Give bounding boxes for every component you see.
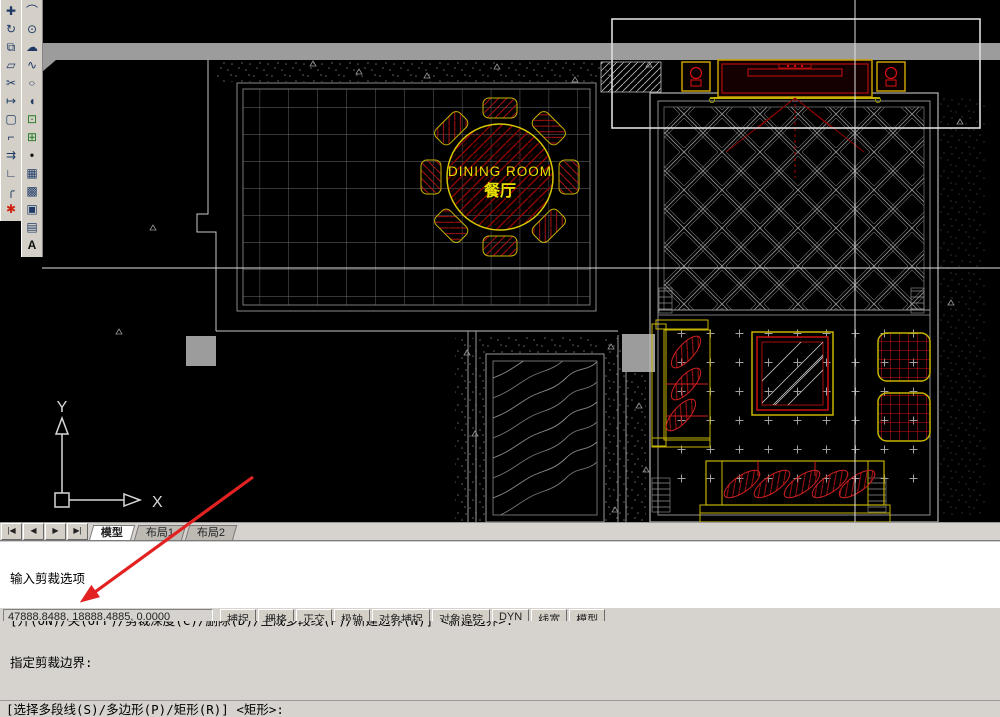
statusbar-toggle-osnap[interactable]: 对象捕捉 — [372, 609, 430, 621]
statusbar-toggle-ortho[interactable]: 正交 — [296, 609, 332, 621]
ucs-x-label: X — [152, 494, 163, 511]
statusbar-toggle-model[interactable]: 模型 — [569, 609, 606, 621]
revision-cloud-icon[interactable]: ☁ — [23, 38, 41, 56]
scale-icon[interactable]: ⧉ — [2, 38, 20, 56]
coordinate-readout: 47888.8488, 18888.4885, 0.0000 — [3, 609, 213, 621]
tab-layout1[interactable]: 布局1 — [133, 525, 187, 541]
tab-nav-prev-button[interactable]: ◀ — [23, 523, 44, 540]
speaker-left — [681, 61, 711, 92]
explode-icon[interactable]: ✱ — [2, 200, 20, 218]
arc-icon[interactable]: ⌒ — [23, 2, 41, 20]
stool-bottom — [877, 392, 931, 442]
gradient-icon[interactable]: ▩ — [23, 182, 41, 200]
make-block-icon[interactable]: ⊞ — [23, 128, 41, 146]
tab-nav-last-button[interactable]: ▶| — [67, 523, 88, 540]
speaker-right — [876, 61, 906, 92]
hatch-icon[interactable]: ▦ — [23, 164, 41, 182]
move-icon[interactable]: ✚ — [2, 2, 20, 20]
command-history-line: 输入剪裁选项 — [10, 571, 86, 586]
statusbar-toggle-dyn[interactable]: DYN — [492, 609, 530, 621]
join-icon[interactable]: ⇉ — [2, 146, 20, 164]
point-icon[interactable]: • — [23, 146, 41, 164]
dining-room-label-en: DINING ROOM — [448, 164, 552, 179]
fillet-icon[interactable]: ╭ — [2, 182, 20, 200]
ucs-icon: Y X — [54, 399, 163, 511]
tab-layout2[interactable]: 布局2 — [184, 525, 238, 541]
draw-toolbar: ⌒ ⊙ ☁ ∿ ○ ◖ ⊡ ⊞ • ▦ ▩ ▣ ▤ A — [21, 0, 43, 257]
living-room — [649, 92, 939, 523]
status-bar: 47888.8488, 18888.4885, 0.0000 捕捉 栅格 正交 … — [0, 607, 1000, 621]
statusbar-toggle-polar[interactable]: 极轴 — [334, 609, 370, 621]
layout-tab-strip: |◀ ◀ ▶ ▶| 模型 布局1 布局2 — [0, 522, 1000, 541]
rotate-icon[interactable]: ↻ — [2, 20, 20, 38]
command-window: 输入剪裁选项 [开(ON)/关(OFF)/剪裁深度(C)/删除(D)/生成多段线… — [0, 540, 1000, 717]
ucs-y-label: Y — [57, 399, 68, 416]
command-history-line: 指定剪裁边界: — [10, 655, 93, 670]
stool-top — [877, 332, 931, 382]
ellipse-arc-icon[interactable]: ◖ — [23, 92, 41, 110]
break-icon[interactable]: ⌐ — [2, 128, 20, 146]
chamfer-icon[interactable]: ∟ — [2, 164, 20, 182]
spline-icon[interactable]: ∿ — [23, 56, 41, 74]
table-icon[interactable]: ▤ — [23, 218, 41, 236]
drawing-canvas[interactable]: DINING ROOM 餐厅 Y X — [0, 0, 1000, 523]
break-at-point-icon[interactable]: ▢ — [2, 110, 20, 128]
mtext-icon[interactable]: A — [23, 236, 41, 254]
extend-icon[interactable]: ↦ — [2, 92, 20, 110]
dining-room-label-cn: 餐厅 — [483, 181, 516, 200]
statusbar-toggle-grid[interactable]: 栅格 — [258, 609, 294, 621]
trim-icon[interactable]: ✂ — [2, 74, 20, 92]
statusbar-toggle-snap[interactable]: 捕捉 — [220, 609, 256, 621]
statusbar-toggle-lineweight[interactable]: 线宽 — [531, 609, 568, 621]
command-prompt-line[interactable]: [选择多段线(S)/多边形(P)/矩形(R)] <矩形>: — [0, 701, 1000, 717]
stretch-icon[interactable]: ▱ — [2, 56, 20, 74]
tab-model[interactable]: 模型 — [88, 525, 136, 541]
modify-toolbar: ✚ ↻ ⧉ ▱ ✂ ↦ ▢ ⌐ ⇉ ∟ ╭ ✱ — [0, 0, 22, 221]
circle-icon[interactable]: ⊙ — [23, 20, 41, 38]
gray-block-left — [186, 336, 216, 366]
tab-nav-next-button[interactable]: ▶ — [45, 523, 66, 540]
cad-drawing: DINING ROOM 餐厅 Y X — [42, 0, 1000, 523]
statusbar-toggle-otrack[interactable]: 对象追踪 — [432, 609, 490, 621]
tab-nav-first-button[interactable]: |◀ — [1, 523, 22, 540]
insert-block-icon[interactable]: ⊡ — [23, 110, 41, 128]
region-icon[interactable]: ▣ — [23, 200, 41, 218]
ellipse-icon[interactable]: ○ — [23, 77, 41, 90]
